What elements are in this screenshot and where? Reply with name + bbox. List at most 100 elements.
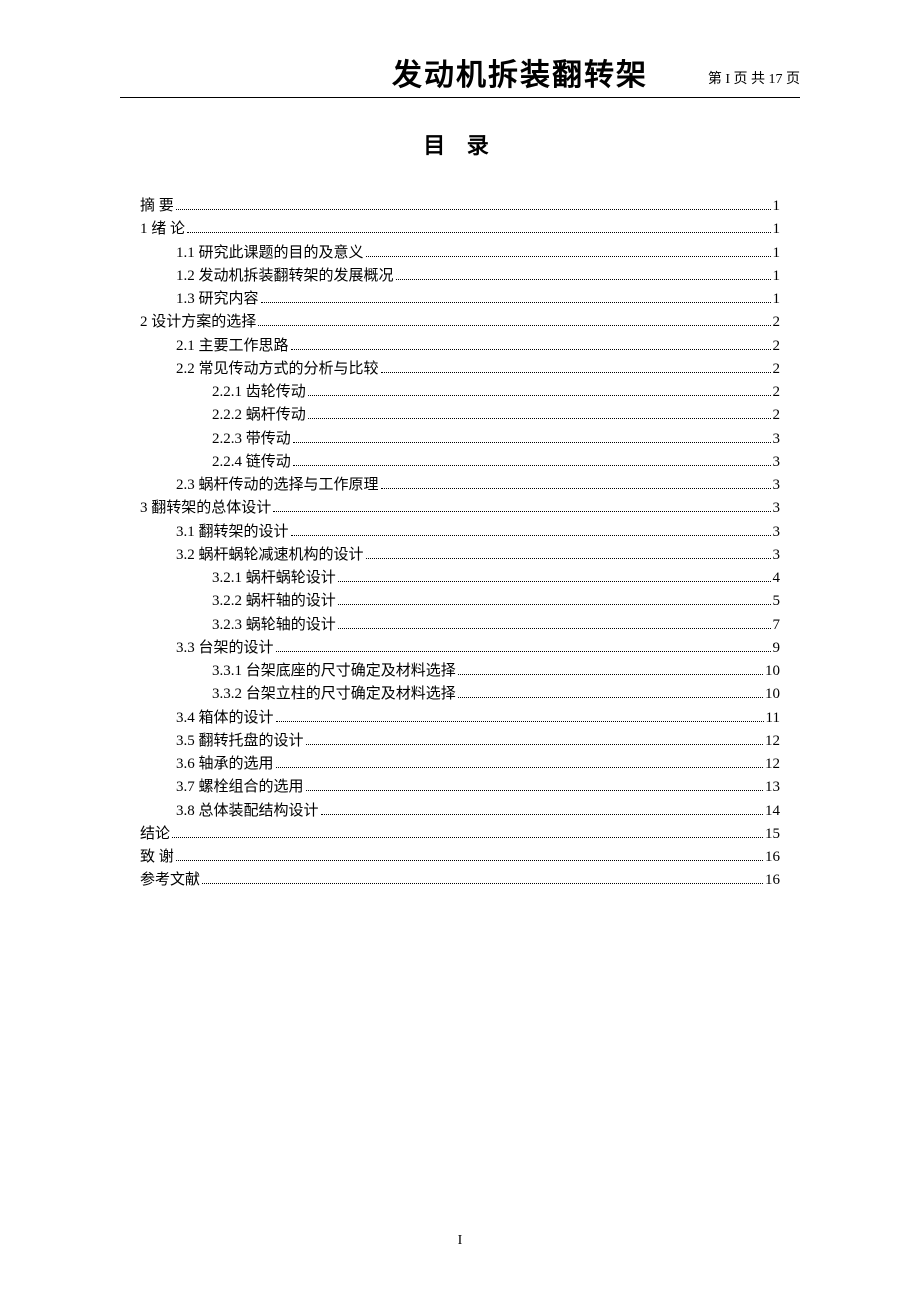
toc-entry-page: 10 [765, 683, 780, 706]
toc-leader-dots [276, 710, 764, 722]
toc-entry-label: 2.2.2 蜗杆传动 [212, 404, 306, 427]
toc-entry: 3.7 螺栓组合的选用 13 [140, 776, 780, 799]
toc-entry-page: 16 [765, 869, 780, 892]
toc-leader-dots [291, 524, 771, 536]
toc-entry: 2.3 蜗杆传动的选择与工作原理3 [140, 474, 780, 497]
toc-entry-page: 1 [773, 242, 781, 265]
toc-leader-dots [308, 384, 771, 396]
toc-entry: 1.2 发动机拆装翻转架的发展概况1 [140, 265, 780, 288]
toc-leader-dots [338, 570, 771, 582]
toc-entry-label: 3.2.1 蜗杆蜗轮设计 [212, 567, 336, 590]
toc-entry: 2 设计方案的选择2 [140, 311, 780, 334]
toc-entry-page: 9 [773, 637, 781, 660]
toc-leader-dots [176, 198, 771, 210]
toc-entry-label: 3.6 轴承的选用 [176, 753, 274, 776]
toc-leader-dots [308, 407, 771, 419]
toc-entry-label: 2.1 主要工作思路 [176, 335, 289, 358]
toc-leader-dots [276, 640, 771, 652]
toc-leader-dots [396, 268, 771, 280]
toc-entry-page: 1 [773, 195, 781, 218]
toc-entry-page: 11 [766, 707, 780, 730]
toc-entry: 结论 15 [140, 823, 780, 846]
toc-entry: 致 谢 16 [140, 846, 780, 869]
toc-entry: 2.2.1 齿轮传动 2 [140, 381, 780, 404]
toc-entry: 3.2.3 蜗轮轴的设计7 [140, 614, 780, 637]
toc-entry-page: 3 [773, 521, 781, 544]
toc-entry-label: 2.2.1 齿轮传动 [212, 381, 306, 404]
toc-leader-dots [202, 872, 763, 884]
page-header: 发动机拆装翻转架 第 I 页 共 17 页 [120, 50, 800, 98]
toc-entry-label: 3.3.1 台架底座的尺寸确定及材料选择 [212, 660, 456, 683]
toc-entry-page: 16 [765, 846, 780, 869]
toc-entry-page: 7 [773, 614, 781, 637]
toc-entry-page: 12 [765, 730, 780, 753]
toc-leader-dots [187, 221, 770, 233]
toc-entry: 3.8 总体装配结构设计 14 [140, 800, 780, 823]
toc-entry: 摘 要 1 [140, 195, 780, 218]
toc-entry: 3.3.2 台架立柱的尺寸确定及材料选择10 [140, 683, 780, 706]
toc-entry-label: 1 绪 论 [140, 218, 185, 241]
toc-entry-label: 2.2.3 带传动 [212, 428, 291, 451]
toc-entry-label: 3.8 总体装配结构设计 [176, 800, 319, 823]
toc-leader-dots [338, 617, 771, 629]
toc-entry-label: 1.3 研究内容 [176, 288, 259, 311]
toc-entry: 3.5 翻转托盘的设计 12 [140, 730, 780, 753]
toc-entry: 2.1 主要工作思路 2 [140, 335, 780, 358]
toc-entry-page: 1 [773, 265, 781, 288]
toc-entry-label: 3.5 翻转托盘的设计 [176, 730, 304, 753]
toc-entry: 3 翻转架的总体设计 3 [140, 497, 780, 520]
toc-entry-page: 1 [773, 218, 781, 241]
toc-entry: 3.2 蜗杆蜗轮减速机构的设计 3 [140, 544, 780, 567]
toc-heading: 目 录 [0, 128, 920, 160]
toc-entry-page: 10 [765, 660, 780, 683]
toc-entry-page: 2 [773, 381, 781, 404]
toc-entry-label: 2.2.4 链传动 [212, 451, 291, 474]
toc-entry-label: 2.3 蜗杆传动的选择与工作原理 [176, 474, 379, 497]
toc-entry-page: 13 [765, 776, 780, 799]
toc-entry-label: 摘 要 [140, 195, 174, 218]
toc-entry-page: 12 [765, 753, 780, 776]
toc-leader-dots [172, 826, 763, 838]
document-title: 发动机拆装翻转架 [120, 50, 800, 94]
toc-entry: 3.2.2 蜗杆轴的设计 5 [140, 590, 780, 613]
toc-entry: 2.2.3 带传动3 [140, 428, 780, 451]
toc-entry-label: 参考文献 [140, 869, 200, 892]
toc-entry-page: 3 [773, 497, 781, 520]
toc-entry-label: 3 翻转架的总体设计 [140, 497, 271, 520]
toc-leader-dots [366, 245, 771, 257]
footer-page-number: I [0, 1233, 920, 1249]
toc-leader-dots [381, 477, 771, 489]
toc-entry-label: 3.7 螺栓组合的选用 [176, 776, 304, 799]
toc-entry-page: 5 [773, 590, 781, 613]
toc-entry-label: 3.4 箱体的设计 [176, 707, 274, 730]
toc-entry: 3.4 箱体的设计 11 [140, 707, 780, 730]
toc-entry-page: 14 [765, 800, 780, 823]
toc-entry-label: 3.2 蜗杆蜗轮减速机构的设计 [176, 544, 364, 567]
toc-entry-page: 1 [773, 288, 781, 311]
toc-entry-label: 2 设计方案的选择 [140, 311, 256, 334]
toc-entry-label: 致 谢 [140, 846, 174, 869]
toc-entry-page: 3 [773, 544, 781, 567]
toc-entry: 2.2 常见传动方式的分析与比较2 [140, 358, 780, 381]
toc-entry-label: 3.2.2 蜗杆轴的设计 [212, 590, 336, 613]
toc-entry-label: 3.1 翻转架的设计 [176, 521, 289, 544]
toc-entry: 3.6 轴承的选用 12 [140, 753, 780, 776]
toc-leader-dots [261, 291, 771, 303]
toc-leader-dots [291, 338, 771, 350]
toc-entry-page: 2 [773, 335, 781, 358]
toc-entry-page: 15 [765, 823, 780, 846]
toc-entry: 3.3 台架的设计9 [140, 637, 780, 660]
toc-leader-dots [276, 756, 763, 768]
toc-leader-dots [258, 314, 770, 326]
toc-leader-dots [321, 803, 763, 815]
toc-entry-label: 结论 [140, 823, 170, 846]
page-indicator: 第 I 页 共 17 页 [708, 68, 800, 92]
toc-leader-dots [293, 431, 771, 443]
toc-entry: 参考文献 16 [140, 869, 780, 892]
toc-entry-page: 3 [773, 451, 781, 474]
toc-leader-dots [458, 686, 763, 698]
toc-leader-dots [338, 593, 771, 605]
toc-leader-dots [306, 733, 763, 745]
toc-entry-label: 2.2 常见传动方式的分析与比较 [176, 358, 379, 381]
toc-entry: 1 绪 论 1 [140, 218, 780, 241]
